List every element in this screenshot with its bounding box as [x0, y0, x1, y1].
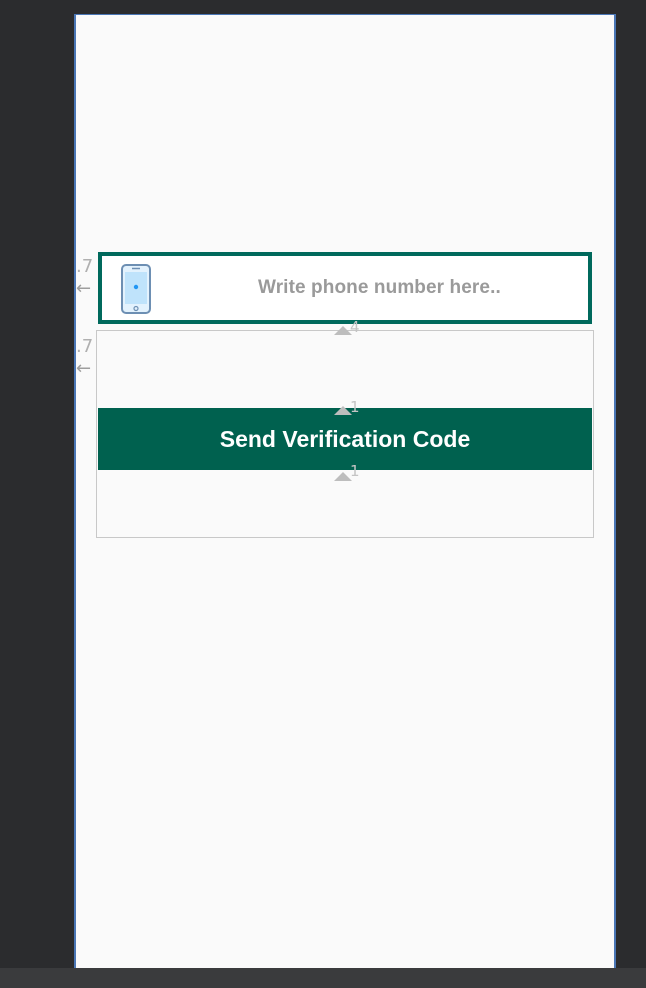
send-verification-button[interactable]: Send Verification Code — [98, 408, 592, 470]
constraint-margin-label: .7 — [76, 256, 94, 277]
left-arrow-icon: ← — [76, 278, 92, 299]
phone-number-input[interactable]: Write phone number here.. — [98, 252, 592, 324]
left-arrow-icon: ← — [76, 358, 92, 379]
constraint-anchor-value: 1 — [350, 398, 360, 416]
editor-bottom-strip — [0, 968, 646, 988]
smartphone-icon — [121, 264, 151, 314]
constraint-margin-label: .7 — [76, 336, 94, 357]
constraint-anchor-value: 1 — [350, 462, 360, 480]
phone-input-placeholder: Write phone number here.. — [258, 277, 501, 298]
constraint-anchor-value: 4 — [350, 318, 360, 336]
